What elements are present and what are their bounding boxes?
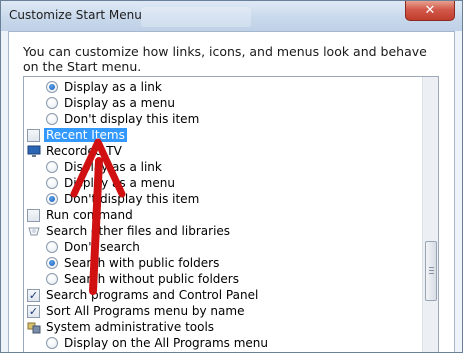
option-label: Display as a link [64, 80, 162, 94]
radio-selected[interactable] [46, 257, 58, 269]
radio-option[interactable]: Display as a link [46, 159, 162, 175]
group-header: Search other files and libraries [27, 223, 230, 239]
options-list[interactable]: Display as a link Display as a menu Don't … [23, 76, 439, 352]
option-label: Display on the All Programs menu [64, 336, 268, 350]
thumb-grip [429, 270, 434, 271]
radio-unselected[interactable] [46, 337, 58, 349]
thumb-grip [429, 273, 434, 274]
radio-option[interactable]: Don't display this item [46, 191, 199, 207]
checkbox-option[interactable]: Run command [27, 207, 133, 223]
radio-option[interactable]: Don't display this item [46, 111, 199, 127]
radio-unselected[interactable] [46, 273, 58, 285]
option-label: Display as a menu [64, 96, 175, 110]
radio-option[interactable]: Display as a menu [46, 175, 175, 191]
radio-unselected[interactable] [46, 177, 58, 189]
option-label: Run command [46, 208, 133, 222]
option-label: Sort All Programs menu by name [46, 304, 245, 318]
radio-option[interactable]: Display as a menu [46, 95, 175, 111]
checkbox-option[interactable]: ✓ Sort All Programs menu by name [27, 303, 244, 319]
option-label: Display as a link [64, 160, 162, 174]
radio-unselected[interactable] [46, 241, 58, 253]
window-title: Customize Start Menu [9, 8, 142, 22]
search-scope-icon [27, 225, 41, 238]
radio-unselected[interactable] [46, 97, 58, 109]
vertical-scrollbar[interactable] [422, 77, 438, 352]
radio-unselected[interactable] [46, 161, 58, 173]
radio-selected[interactable] [46, 81, 58, 93]
radio-selected[interactable] [46, 193, 58, 205]
radio-unselected[interactable] [46, 113, 58, 125]
scrollbar-thumb[interactable] [425, 241, 437, 301]
checkbox-checked[interactable]: ✓ [27, 288, 40, 302]
radio-option[interactable]: Display as a link [46, 79, 162, 95]
radio-option[interactable]: Search without public folders [46, 271, 239, 287]
customize-start-menu-window: Customize Start Menu ✕ You can customize… [0, 0, 463, 353]
checkbox-option[interactable]: Recent Items [27, 127, 127, 143]
option-label: Search with public folders [64, 256, 220, 270]
option-label: Recent Items [44, 128, 127, 142]
close-button[interactable]: ✕ [405, 1, 455, 21]
monitor-icon [27, 145, 41, 158]
option-label: Don't display this item [64, 192, 200, 206]
checkbox-option[interactable]: ✓ Search programs and Control Panel [27, 287, 258, 303]
option-label: Don't display this item [64, 112, 200, 126]
group-header: Recorded TV [27, 143, 122, 159]
option-label: Search programs and Control Panel [46, 288, 259, 302]
group-header: System administrative tools [27, 319, 214, 335]
checkbox-unchecked[interactable] [27, 208, 40, 222]
thumb-grip [429, 267, 434, 268]
option-label: System administrative tools [46, 320, 215, 334]
title-bar: Customize Start Menu ✕ [1, 1, 462, 31]
checkbox-checked[interactable]: ✓ [27, 304, 40, 318]
option-label: Search other files and libraries [46, 224, 231, 238]
description-text: You can customize how links, icons, and … [23, 44, 427, 74]
background-tab [141, 7, 251, 27]
option-label: Display as a menu [64, 176, 175, 190]
checkbox-unchecked[interactable] [27, 128, 40, 142]
radio-option[interactable]: Display on the All Programs menu [46, 335, 268, 351]
option-label: Don't search [64, 240, 140, 254]
option-label: Search without public folders [64, 272, 239, 286]
admin-tools-icon [27, 321, 41, 334]
radio-option[interactable]: Don't search [46, 239, 140, 255]
radio-option[interactable]: Search with public folders [46, 255, 219, 271]
option-label: Recorded TV [46, 144, 122, 158]
